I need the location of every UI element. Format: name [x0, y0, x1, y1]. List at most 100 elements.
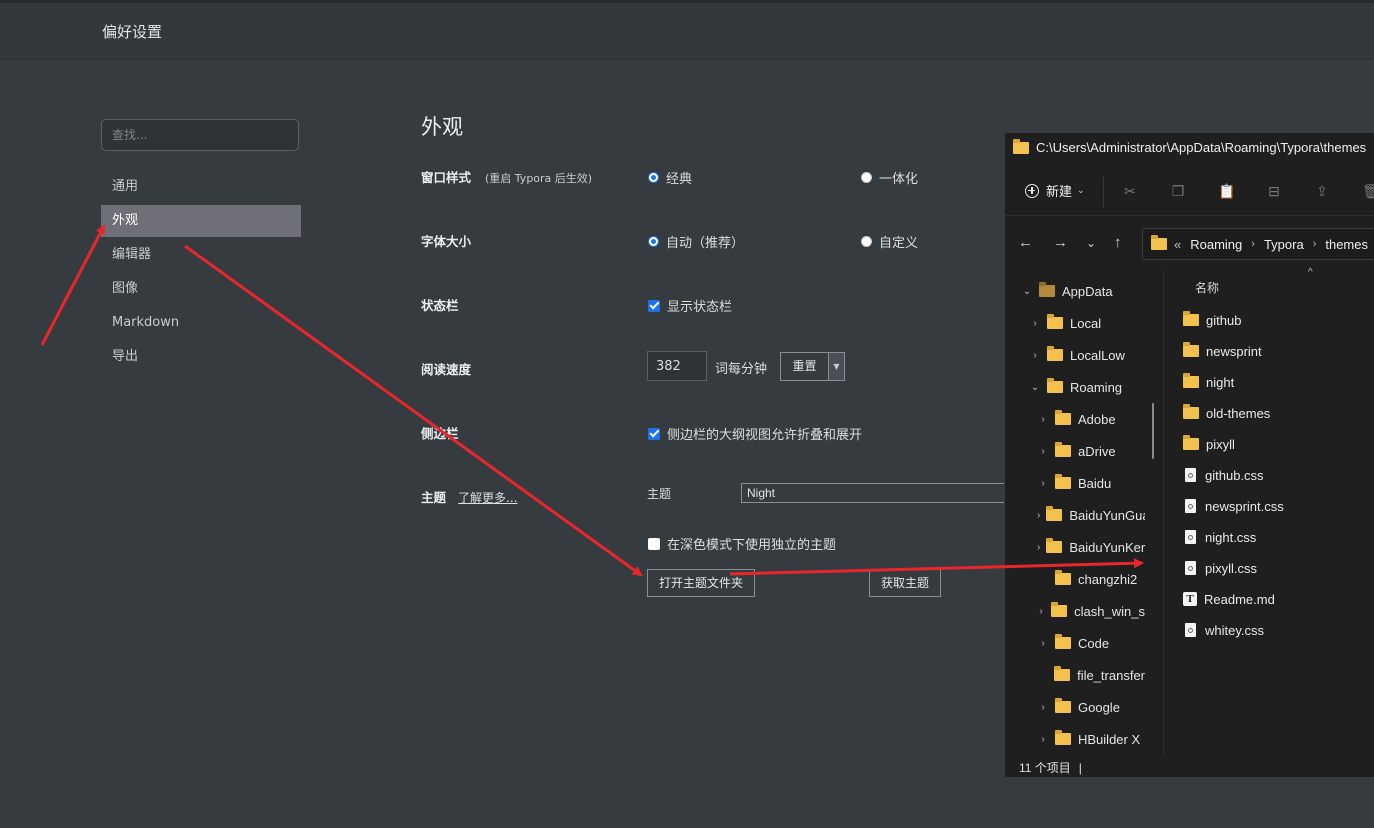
- file-item-pixyll-css[interactable]: pixyll.css: [1185, 554, 1257, 582]
- radio-font-custom-label: 自定义: [879, 236, 919, 251]
- file-item-whitey-css[interactable]: whitey.css: [1185, 616, 1264, 644]
- chevron-right-icon[interactable]: ›: [1029, 318, 1041, 329]
- chevron-right-icon[interactable]: ›: [1037, 734, 1049, 745]
- radio-classic-indicator[interactable]: [648, 172, 659, 183]
- copy-icon[interactable]: ❐: [1170, 183, 1186, 199]
- folder-icon: [1055, 474, 1071, 489]
- sort-ascending-icon[interactable]: ^: [1308, 267, 1313, 278]
- breadcrumb-overflow[interactable]: «: [1174, 237, 1181, 252]
- dark-mode-theme-checkbox[interactable]: 在深色模式下使用独立的主题: [648, 534, 836, 553]
- chevron-right-icon[interactable]: ›: [1037, 606, 1045, 617]
- chevron-right-icon[interactable]: ›: [1037, 638, 1049, 649]
- tree-item-baiduyunkernel[interactable]: › BaiduYunKernel: [1037, 531, 1145, 563]
- tree-item-baiduyunguanjia[interactable]: › BaiduYunGuanjia: [1037, 499, 1145, 531]
- file-item-night[interactable]: night: [1183, 368, 1234, 396]
- chevron-right-icon[interactable]: ›: [1037, 702, 1049, 713]
- tree-item-label: Google: [1078, 699, 1120, 715]
- reading-speed-label: 阅读速度: [421, 362, 472, 377]
- tree-item-clash[interactable]: › clash_win_s: [1037, 595, 1145, 627]
- chevron-right-icon[interactable]: ›: [1037, 446, 1049, 457]
- file-item-newsprint[interactable]: newsprint: [1183, 337, 1262, 365]
- tree-item-label: HBuilder X: [1078, 731, 1141, 747]
- reset-button[interactable]: 重置: [780, 352, 829, 381]
- reset-dropdown-arrow[interactable]: ▼: [828, 352, 845, 381]
- tree-item-baidu[interactable]: › Baidu: [1037, 467, 1145, 499]
- tree-item-label: LocalLow: [1070, 347, 1125, 363]
- forward-arrow-icon[interactable]: →: [1053, 234, 1068, 251]
- share-icon[interactable]: ⇪: [1314, 183, 1330, 199]
- breadcrumb-typora[interactable]: Typora: [1264, 237, 1304, 252]
- tree-item-local[interactable]: › Local: [1029, 307, 1101, 339]
- theme-select[interactable]: Night: [741, 483, 1006, 503]
- recent-locations-chevron-icon[interactable]: ⌄: [1086, 236, 1096, 250]
- chevron-right-icon[interactable]: ›: [1029, 350, 1041, 361]
- reading-speed-unit: 词每分钟: [715, 362, 768, 377]
- tree-item-google[interactable]: › Google: [1037, 691, 1145, 723]
- sidebar-item-appearance[interactable]: 外观: [101, 205, 301, 237]
- dark-mode-theme-checkbox-box[interactable]: [648, 537, 660, 550]
- status-bar-checkbox[interactable]: 显示状态栏: [648, 296, 732, 315]
- tree-item-changzhi2[interactable]: changzhi2: [1037, 563, 1145, 595]
- tree-item-file-transfer[interactable]: file_transfer: [1037, 659, 1145, 691]
- radio-font-auto-indicator[interactable]: [648, 236, 659, 247]
- sidebar-item-export[interactable]: 导出: [101, 341, 301, 373]
- learn-more-link[interactable]: 了解更多...: [458, 491, 517, 505]
- explorer-title-bar: C:\Users\Administrator\AppData\Roaming\T…: [1013, 138, 1366, 155]
- cut-icon[interactable]: ✂: [1122, 183, 1138, 199]
- pane-divider[interactable]: [1163, 271, 1164, 756]
- chevron-right-icon[interactable]: ›: [1037, 510, 1040, 521]
- search-input[interactable]: [101, 119, 299, 151]
- radio-unified[interactable]: 一体化: [861, 168, 918, 187]
- up-arrow-icon[interactable]: ↑: [1114, 234, 1122, 251]
- tree-item-appdata[interactable]: ⌄ AppData: [1021, 275, 1113, 307]
- rename-icon[interactable]: ⊟: [1266, 183, 1282, 199]
- chevron-right-icon[interactable]: ›: [1037, 478, 1049, 489]
- tree-item-adobe[interactable]: › Adobe: [1037, 403, 1145, 435]
- sidebar-item-markdown[interactable]: Markdown: [101, 307, 301, 339]
- file-item-old-themes[interactable]: old-themes: [1183, 399, 1270, 427]
- sidebar-item-editor[interactable]: 编辑器: [101, 239, 301, 271]
- chevron-right-icon[interactable]: ›: [1037, 414, 1049, 425]
- file-item-night-css[interactable]: night.css: [1185, 523, 1256, 551]
- outline-collapse-checkbox[interactable]: 侧边栏的大纲视图允许折叠和展开: [648, 424, 862, 443]
- get-themes-button[interactable]: 获取主题: [869, 569, 941, 597]
- breadcrumb-roaming[interactable]: Roaming: [1190, 237, 1242, 252]
- tree-item-code[interactable]: › Code: [1037, 627, 1145, 659]
- status-bar-checkbox-box[interactable]: [648, 299, 660, 312]
- tree-item-locallow[interactable]: › LocalLow: [1029, 339, 1125, 371]
- tree-item-hbuilder[interactable]: › HBuilder X: [1037, 723, 1145, 755]
- file-item-newsprint-css[interactable]: newsprint.css: [1185, 492, 1284, 520]
- chevron-right-icon[interactable]: ›: [1037, 542, 1040, 553]
- file-item-github-css[interactable]: github.css: [1185, 461, 1264, 489]
- tree-item-label: Local: [1070, 315, 1102, 331]
- file-item-readme[interactable]: T Readme.md: [1183, 585, 1275, 613]
- open-theme-folder-button[interactable]: 打开主题文件夹: [647, 569, 755, 597]
- reading-speed-input[interactable]: [647, 351, 707, 381]
- delete-icon[interactable]: 🗑: [1362, 183, 1374, 199]
- radio-font-custom-indicator[interactable]: [861, 236, 872, 247]
- breadcrumb-chevron-icon: ›: [1312, 238, 1317, 250]
- file-item-github[interactable]: github: [1183, 306, 1241, 334]
- breadcrumb-themes[interactable]: themes: [1325, 237, 1368, 252]
- tree-item-roaming[interactable]: ⌄ Roaming: [1029, 371, 1122, 403]
- address-bar[interactable]: « Roaming › Typora › themes: [1142, 228, 1374, 260]
- file-item-pixyll[interactable]: pixyll: [1183, 430, 1235, 458]
- back-arrow-icon[interactable]: ←: [1018, 234, 1033, 251]
- outline-collapse-checkbox-box[interactable]: [648, 427, 660, 440]
- item-count: 11 个项目: [1019, 761, 1071, 775]
- tree-item-label: Baidu: [1078, 475, 1112, 491]
- sidebar-item-general[interactable]: 通用: [101, 171, 301, 203]
- paste-icon[interactable]: 📋: [1218, 183, 1235, 199]
- radio-font-custom[interactable]: 自定义: [861, 232, 918, 251]
- tree-item-adrive[interactable]: › aDrive: [1037, 435, 1145, 467]
- tree-scrollbar[interactable]: [1152, 403, 1154, 459]
- expanded-chevron-icon[interactable]: ⌄: [1029, 382, 1041, 393]
- theme-label-text: 主题: [421, 490, 447, 505]
- radio-classic[interactable]: 经典: [648, 168, 692, 187]
- column-header-name[interactable]: 名称: [1195, 279, 1219, 296]
- radio-font-auto[interactable]: 自动（推荐）: [648, 232, 744, 251]
- new-button[interactable]: 新建 ⌄: [1025, 181, 1085, 200]
- sidebar-item-image[interactable]: 图像: [101, 273, 301, 305]
- radio-unified-indicator[interactable]: [861, 172, 872, 183]
- expanded-chevron-icon[interactable]: ⌄: [1021, 286, 1033, 297]
